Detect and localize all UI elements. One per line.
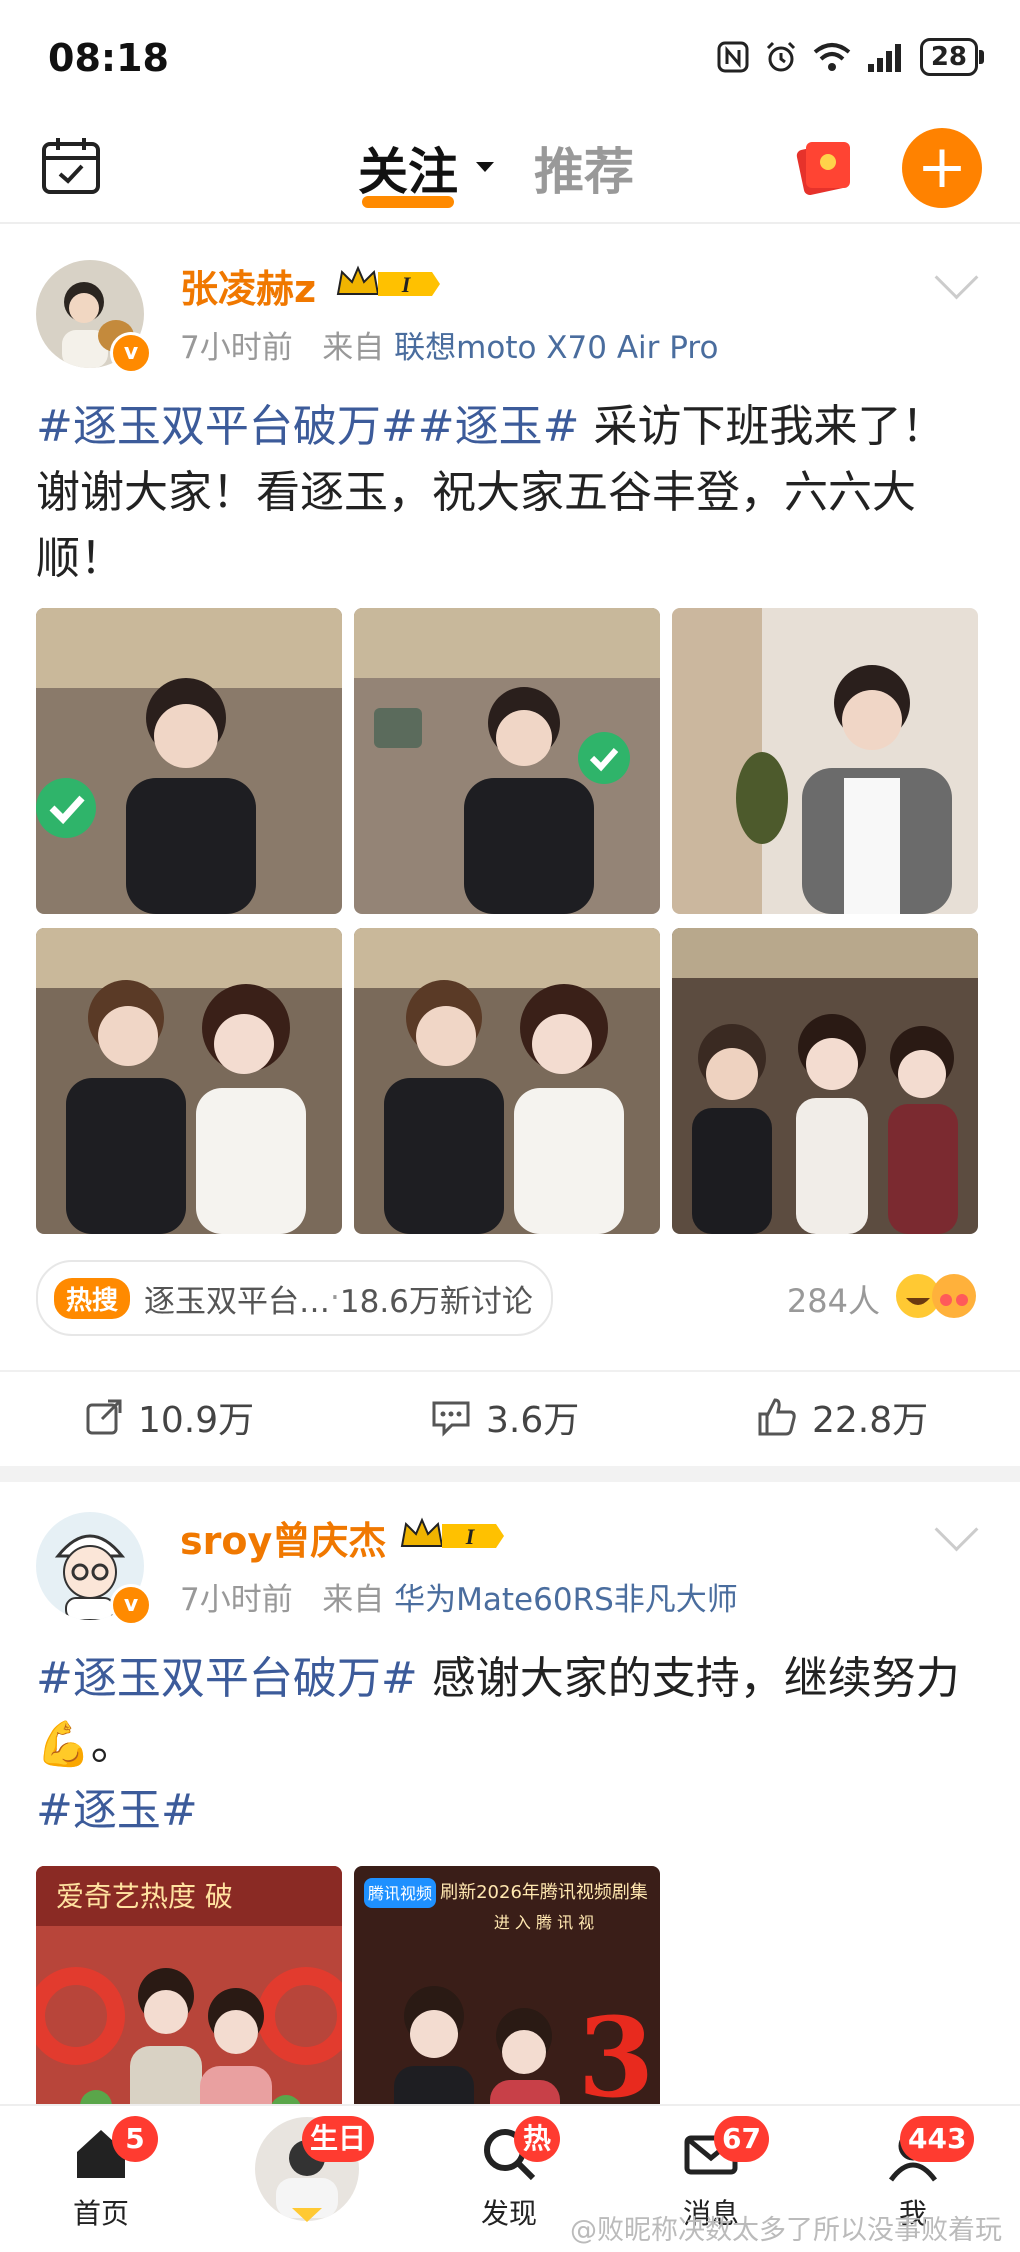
post-meta: 7小时前 来自 华为Mate60RS非凡大师 xyxy=(180,1574,738,1619)
level-label: I xyxy=(401,272,412,297)
crown-level-icon: I xyxy=(400,1517,504,1549)
nfc-icon xyxy=(717,41,749,73)
level-label: I xyxy=(465,1524,476,1549)
verified-badge: v xyxy=(110,1584,152,1626)
watermark: @败昵称决数太多了所以没事败着玩 xyxy=(570,2215,1002,2246)
notification-badge: 443 xyxy=(900,2116,975,2162)
tab-discover[interactable]: 热 发现 xyxy=(434,2106,584,2252)
repost-count: 10.9万 xyxy=(138,1400,255,1441)
alarm-icon xyxy=(766,41,795,72)
image-subline: 进 入 腾 讯 视 xyxy=(494,1913,594,1932)
image-big-number: 3 xyxy=(578,1993,655,2122)
image-brand: 腾讯视频 xyxy=(368,1884,432,1903)
comment-button[interactable]: 3.6万 xyxy=(430,1372,579,1462)
notification-badge: 5 xyxy=(112,2116,158,2162)
comment-count: 3.6万 xyxy=(486,1400,580,1441)
username[interactable]: sroy曾庆杰 xyxy=(180,1510,386,1565)
tab-follow-label: 关注 xyxy=(358,143,458,201)
post-menu-chevron-icon[interactable] xyxy=(934,1507,979,1552)
verified-badge: v xyxy=(110,332,152,374)
post-image[interactable] xyxy=(36,928,342,1234)
hot-discussion-count: 18.6万新讨论 xyxy=(339,1283,533,1320)
post-divider xyxy=(0,1466,1020,1482)
clock: 08:18 xyxy=(48,36,169,80)
reaction-emoji-icon xyxy=(896,1274,976,1318)
topic-link[interactable]: #逐玉双平台破万# xyxy=(36,401,418,452)
like-button[interactable]: 22.8万 xyxy=(756,1372,928,1462)
comment-icon xyxy=(432,1401,470,1437)
repost-icon xyxy=(86,1399,122,1435)
top-nav: 关注 推荐 + xyxy=(0,110,1020,224)
tab-label: 发现 xyxy=(480,2197,537,2230)
post-source[interactable]: 联想moto X70 Air Pro xyxy=(394,330,718,366)
chevron-down-icon[interactable] xyxy=(476,162,494,172)
tab-label: 首页 xyxy=(72,2197,129,2230)
status-icons: 28 xyxy=(716,38,985,76)
calendar-icon[interactable] xyxy=(40,134,102,196)
post-image[interactable] xyxy=(672,608,978,914)
image-headline: 刷新2026年腾讯视频剧集 xyxy=(440,1882,648,1903)
tab-follow[interactable]: 关注 xyxy=(358,132,458,208)
red-packet-icon[interactable] xyxy=(790,132,858,200)
topic-link[interactable]: #逐玉# xyxy=(418,401,580,452)
wifi-icon xyxy=(813,43,851,71)
compose-button[interactable]: + xyxy=(902,128,982,208)
post-card: v sroy曾庆杰 I 7小时前 来自 华为Mate60RS非凡大师 #逐玉双平… xyxy=(0,1482,1020,2172)
post-time: 7小时前 xyxy=(180,1582,293,1618)
post-meta: 7小时前 来自 联想moto X70 Air Pro xyxy=(180,322,718,367)
from-label: 来自 xyxy=(322,1582,385,1618)
from-label: 来自 xyxy=(322,330,385,366)
post-image[interactable] xyxy=(354,608,660,914)
repost-button[interactable]: 10.9万 xyxy=(84,1372,254,1462)
image-headline: 爱奇艺热度 破 xyxy=(56,1880,233,1913)
notification-badge: 热 xyxy=(514,2116,560,2162)
notification-badge: 67 xyxy=(714,2116,769,2162)
hot-separator: · xyxy=(330,1280,340,1316)
thumbs-up-icon xyxy=(758,1398,796,1436)
tab-home[interactable]: 5 首页 xyxy=(26,2106,176,2252)
notification-badge: 生日 xyxy=(302,2116,375,2162)
post-source[interactable]: 华为Mate60RS非凡大师 xyxy=(394,1582,738,1618)
topic-link[interactable]: #逐玉双平台破万# xyxy=(36,1653,418,1704)
hot-search-pill[interactable]: 热搜 逐玉双平台… · 18.6万新讨论 xyxy=(36,1260,553,1336)
crown-level-icon: I xyxy=(336,265,440,297)
post-image[interactable] xyxy=(36,608,342,914)
reaction-people-count[interactable]: 284人 xyxy=(787,1276,880,1322)
signal-icon xyxy=(867,44,901,72)
like-count: 22.8万 xyxy=(812,1400,929,1441)
hot-topic: 逐玉双平台… xyxy=(144,1283,331,1320)
post-text: #逐玉双平台破万# 感谢大家的支持，继续努力💪。 #逐玉# xyxy=(36,1646,984,1844)
battery-indicator: 28 xyxy=(919,38,985,76)
hot-search-tag: 热搜 xyxy=(54,1277,131,1319)
tab-recommend[interactable]: 推荐 xyxy=(534,132,634,204)
post-image[interactable] xyxy=(354,928,660,1234)
post-actions: 10.9万 3.6万 22.8万 xyxy=(0,1370,1020,1462)
status-bar: 08:18 28 xyxy=(0,0,1020,110)
topic-link[interactable]: #逐玉# xyxy=(36,1785,198,1836)
post-card: v 张凌赫z I 7小时前 来自 联想moto X70 Air Pro #逐玉双… xyxy=(0,222,1020,1466)
username[interactable]: 张凌赫z xyxy=(180,258,316,313)
post-time: 7小时前 xyxy=(180,330,293,366)
post-text: #逐玉双平台破万##逐玉# 采访下班我来了！谢谢大家！看逐玉，祝大家五谷丰登，六… xyxy=(36,394,984,592)
tab-birthday[interactable]: 生日 xyxy=(232,2106,382,2252)
post-menu-chevron-icon[interactable] xyxy=(934,255,979,300)
post-image[interactable] xyxy=(672,928,978,1234)
